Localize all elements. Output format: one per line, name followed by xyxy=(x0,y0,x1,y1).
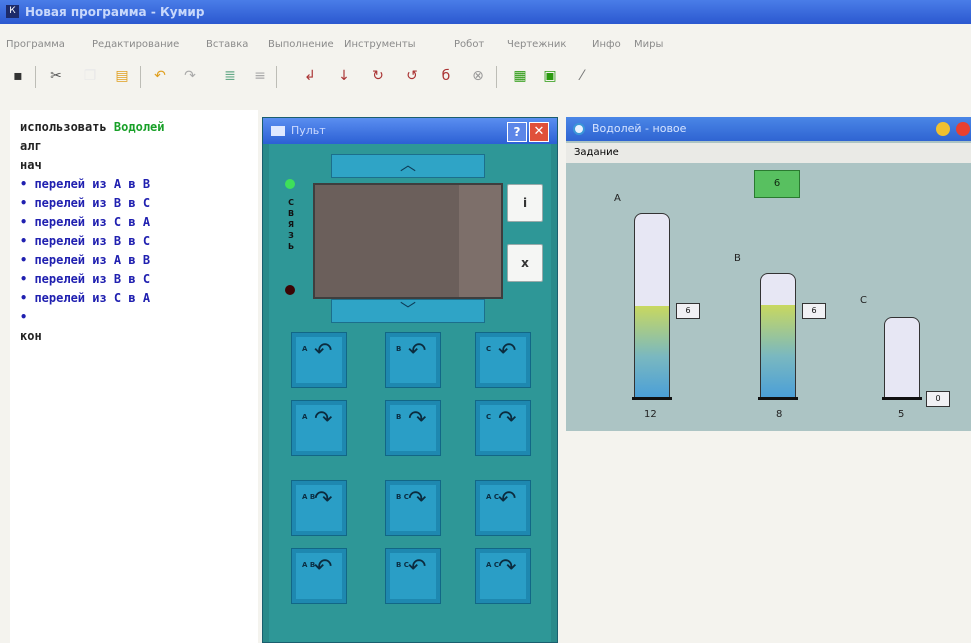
step-in-icon[interactable]: ↓ xyxy=(334,66,354,86)
empty-b-button[interactable]: B ↷ xyxy=(385,400,441,456)
jug-label-a: A xyxy=(614,193,621,204)
pour-b-to-c-button[interactable]: B C ↷ xyxy=(385,480,441,536)
info-button[interactable]: i xyxy=(507,184,543,222)
empty-c-button[interactable]: C ↷ xyxy=(475,400,531,456)
menu-tools[interactable]: Инструменты xyxy=(344,39,416,50)
step-icon[interactable]: ↲ xyxy=(300,66,320,86)
vodoley-title-bar: Водолей - новое xyxy=(566,117,971,141)
code-editor[interactable]: использовать Водолей алг нач • перелей и… xyxy=(10,110,258,643)
code-line: алг xyxy=(20,139,42,153)
pour-b-to-a-button[interactable]: A B ↶ xyxy=(291,548,347,604)
pour-a-to-c-button[interactable]: A C ↷ xyxy=(475,548,531,604)
window-title: Новая программа - Кумир xyxy=(25,5,205,19)
fill-a-button[interactable]: A ↶ xyxy=(291,332,347,388)
connection-led-green xyxy=(285,179,295,189)
vodoley-title: Водолей - новое xyxy=(592,122,687,135)
save-icon[interactable]: ▪ xyxy=(8,66,28,86)
connection-led-red xyxy=(285,285,295,295)
code-line: • перелей из В в С xyxy=(20,272,151,286)
list2-icon[interactable]: ≡ xyxy=(250,66,270,86)
fill-c-button[interactable]: C ↶ xyxy=(475,332,531,388)
pult-title-bar: Пульт ? ✕ xyxy=(263,118,557,144)
app-icon: К xyxy=(6,5,19,18)
reset-icon[interactable]: б xyxy=(436,66,456,86)
pult-window: Пульт ? ✕ ︿ СВЯЗЬ ﹀ i x A ↶ B ↶ C ↶ A ↷ B ↷ C… xyxy=(262,117,558,643)
window-icon[interactable]: ▣ xyxy=(540,66,560,86)
menu-worlds[interactable]: Миры xyxy=(634,39,663,50)
fill-b-button[interactable]: B ↶ xyxy=(385,332,441,388)
jug-b-current: 6 xyxy=(802,303,826,319)
menu-robot[interactable]: Робот xyxy=(454,39,484,50)
menu-program[interactable]: Программа xyxy=(6,39,65,50)
water-level xyxy=(635,306,669,398)
jug-label-c: C xyxy=(860,295,867,306)
vodoley-menu-bar: Задание xyxy=(566,143,971,163)
code-line: использовать Водолей xyxy=(20,120,165,134)
jug-a[interactable] xyxy=(634,213,670,399)
jug-a-current: 6 xyxy=(676,303,700,319)
paste-icon[interactable]: ▤ xyxy=(112,66,132,86)
menu-bar: Программа Редактирование Вставка Выполне… xyxy=(0,36,971,54)
code-line: • перелей из С в А xyxy=(20,291,151,305)
minimize-icon[interactable] xyxy=(936,122,950,136)
water-level xyxy=(761,305,795,398)
step-over-icon[interactable]: ↻ xyxy=(368,66,388,86)
undo-icon[interactable]: ↶ xyxy=(150,66,170,86)
copy-icon[interactable]: ❐ xyxy=(80,66,100,86)
pour-c-to-a-button[interactable]: A C ↶ xyxy=(475,480,531,536)
menu-info[interactable]: Инфо xyxy=(592,39,621,50)
redo-icon[interactable]: ↷ xyxy=(180,66,200,86)
help-button[interactable]: ? xyxy=(507,122,527,142)
pult-title: Пульт xyxy=(291,124,326,137)
jug-b[interactable] xyxy=(760,273,796,399)
menu-run[interactable]: Выполнение xyxy=(268,39,334,50)
window-icon xyxy=(271,126,285,136)
app-icon xyxy=(573,123,585,135)
cut-icon[interactable]: ✂ xyxy=(46,66,66,86)
jug-a-capacity: 12 xyxy=(644,409,657,420)
pour-c-to-b-button[interactable]: B C ↶ xyxy=(385,548,441,604)
code-line: • перелей из А в В xyxy=(20,253,151,267)
code-line: • xyxy=(20,310,28,324)
vodoley-window: Водолей - новое Задание 6 A 6 12 B 6 8 C… xyxy=(566,117,971,431)
clear-button[interactable]: x xyxy=(507,244,543,282)
menu-draftsman[interactable]: Чертежник xyxy=(507,39,566,50)
jug-b-capacity: 8 xyxy=(776,409,783,420)
pult-body: ︿ СВЯЗЬ ﹀ i x A ↶ B ↶ C ↶ A ↷ B ↷ C ↷ A B ↷ B C… xyxy=(269,144,551,642)
code-line: • перелей из С в А xyxy=(20,215,151,229)
menu-task[interactable]: Задание xyxy=(574,147,619,158)
empty-a-button[interactable]: A ↷ xyxy=(291,400,347,456)
svyaz-label: СВЯЗЬ xyxy=(287,198,295,251)
code-line: • перелей из В в С xyxy=(20,196,151,210)
jug-c[interactable] xyxy=(884,317,920,399)
scroll-down-button[interactable]: ﹀ xyxy=(331,299,485,323)
toolbar: ▪ ✂ ❐ ▤ ↶ ↷ ≣ ≡ ↲ ↓ ↻ ↺ б ⊗ ▦ ▣ ⁄ xyxy=(0,58,971,94)
jug-c-current: 0 xyxy=(926,391,950,407)
code-line: • перелей из В в С xyxy=(20,234,151,248)
title-bar: К Новая программа - Кумир xyxy=(0,0,971,24)
jug-c-capacity: 5 xyxy=(898,409,905,420)
jug-label-b: B xyxy=(734,253,741,264)
target-amount: 6 xyxy=(754,170,800,198)
menu-edit[interactable]: Редактирование xyxy=(92,39,179,50)
pult-display xyxy=(313,183,503,299)
pen-icon[interactable]: ⁄ xyxy=(572,66,592,86)
menu-insert[interactable]: Вставка xyxy=(206,39,248,50)
stop-icon[interactable]: ⊗ xyxy=(468,66,488,86)
code-line: нач xyxy=(20,158,42,172)
pour-a-to-b-button[interactable]: A B ↷ xyxy=(291,480,347,536)
list-icon[interactable]: ≣ xyxy=(220,66,240,86)
step-out-icon[interactable]: ↺ xyxy=(402,66,422,86)
code-line: • перелей из А в В xyxy=(20,177,151,191)
close-icon[interactable] xyxy=(956,122,970,136)
code-line: кон xyxy=(20,329,42,343)
grid-icon[interactable]: ▦ xyxy=(510,66,530,86)
close-button[interactable]: ✕ xyxy=(529,122,549,142)
scroll-up-button[interactable]: ︿ xyxy=(331,154,485,178)
